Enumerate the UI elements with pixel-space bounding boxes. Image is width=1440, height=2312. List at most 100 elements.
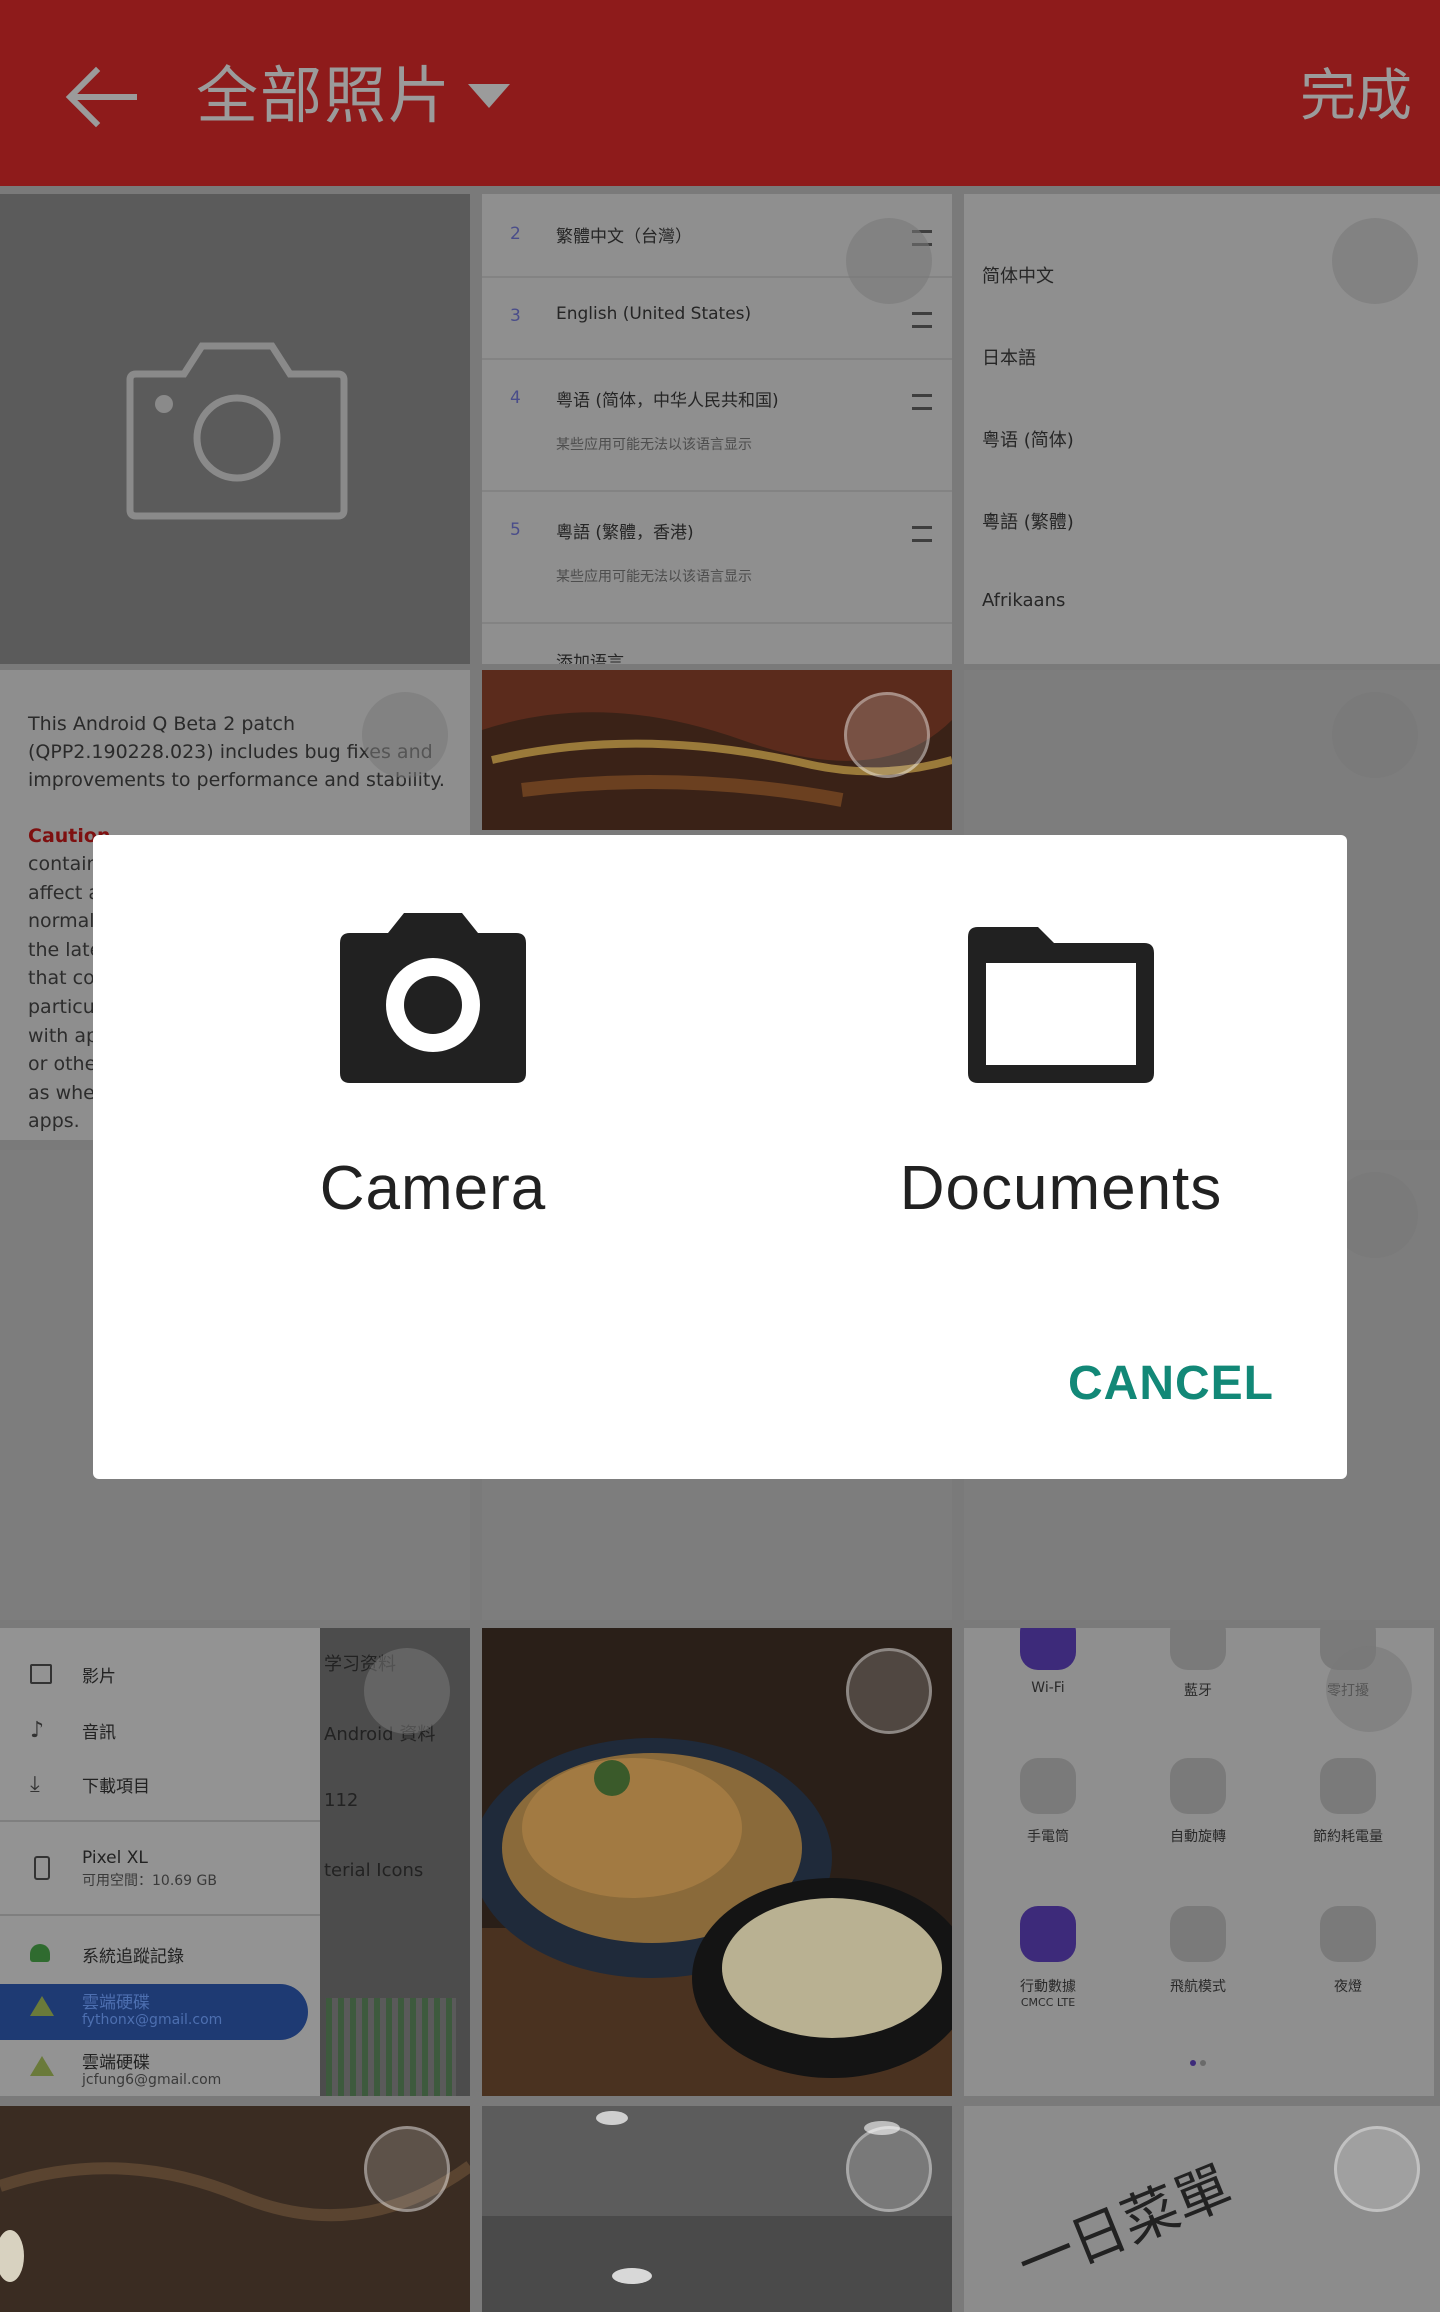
camera-option[interactable]: Camera (193, 835, 673, 1255)
list-label: English (United States) (556, 304, 752, 324)
list-sublabel: 某些应用可能无法以该语言显示 (556, 569, 752, 585)
qs-label: 飛航模式 (1170, 1979, 1226, 1995)
qs-label: 節約耗電量 (1313, 1829, 1383, 1845)
anime-image-tile[interactable] (482, 670, 952, 830)
back-button[interactable] (52, 52, 152, 140)
bluetooth-toggle (1170, 1628, 1226, 1670)
select-circle[interactable] (1334, 2126, 1420, 2212)
drawer-item-label[interactable]: 雲端硬碟 (82, 2048, 150, 2073)
drawer-item-label[interactable]: 下載項目 (82, 1772, 150, 1797)
music-note-icon: ♪ (30, 1718, 45, 1743)
mobile-data-toggle (1020, 1906, 1076, 1962)
android-icon (30, 1944, 50, 1962)
auto-rotate-toggle (1170, 1758, 1226, 1814)
list-item: 4 粤语 (简体，中华人民共和国) 某些应用可能无法以该语言显示 (482, 358, 952, 492)
folder-label: terial Icons (324, 1860, 424, 1881)
page-dot (1200, 2060, 1206, 2066)
drawer-item-label[interactable]: 音訊 (82, 1718, 116, 1743)
night-light-toggle (1320, 1906, 1376, 1962)
select-circle[interactable] (1332, 692, 1418, 778)
drag-handle-icon (912, 526, 932, 542)
drawer-item-sublabel: fythonx@gmail.com (82, 2012, 223, 2028)
quick-settings-screenshot[interactable]: Wi-Fi 藍牙 零打擾 手電筒 自動旋轉 節約耗電量 行動數據 CMCC LT… (964, 1628, 1434, 2096)
list-label: 繁體中文（台灣） (556, 227, 692, 247)
photo-tile[interactable]: 一日菜單 (964, 2106, 1440, 2312)
select-circle[interactable] (844, 692, 930, 778)
language-picker-screenshot[interactable]: 简体中文 日本語 粤语 (简体) 粵語 (繁體) Afrikaans (964, 194, 1440, 664)
drawer-item-sublabel: jcfung6@gmail.com (82, 2072, 222, 2088)
drawer-item-label[interactable]: 雲端硬碟 (82, 1988, 150, 2013)
select-circle[interactable] (364, 1648, 450, 1734)
app-bar: 全部照片 完成 (0, 0, 1440, 186)
files-drawer-screenshot[interactable]: 学习资料 Android 資料 112 terial Icons 影片 ♪ 音訊… (0, 1628, 470, 2096)
flashlight-toggle (1020, 1758, 1076, 1814)
select-circle[interactable] (846, 1648, 932, 1734)
qs-sublabel: CMCC LTE (1020, 1996, 1076, 2009)
select-circle[interactable] (1326, 1646, 1412, 1732)
list-item: 5 粵語 (繁體，香港) 某些应用可能无法以该语言显示 (482, 490, 952, 624)
drawer-item-label[interactable]: Pixel XL (82, 1848, 148, 1868)
list-label: 粤语 (简体) (982, 430, 1074, 451)
google-drive-icon (30, 2056, 54, 2076)
select-circle[interactable] (364, 2126, 450, 2212)
list-number: 5 (510, 520, 521, 540)
folder-icon (968, 927, 1154, 1083)
list-label: 简体中文 (982, 266, 1054, 287)
arrow-back-icon (65, 66, 137, 128)
select-circle[interactable] (846, 2126, 932, 2212)
done-button[interactable]: 完成 (1300, 62, 1412, 132)
language-settings-screenshot[interactable]: 2 繁體中文（台灣） 3 English (United States) 4 粤… (482, 194, 952, 664)
page-dot (1190, 2060, 1196, 2066)
caution-label: Caution (28, 825, 111, 847)
qs-label: Wi-Fi (1031, 1680, 1065, 1696)
dropdown-arrow-icon[interactable] (468, 84, 510, 108)
source-picker-dialog: Camera Documents CANCEL (93, 835, 1347, 1479)
drawer-item-sublabel: 可用空間：10.69 GB (82, 1873, 217, 1889)
airplane-mode-toggle (1170, 1906, 1226, 1962)
list-label: 粵語 (繁體) (982, 512, 1074, 533)
list-sublabel: 某些应用可能无法以该语言显示 (556, 437, 752, 453)
list-number: 3 (510, 306, 521, 326)
divider (0, 1820, 320, 1822)
list-label: 添加语言 (556, 653, 624, 664)
album-title[interactable]: 全部照片 (196, 58, 452, 134)
divider (0, 1914, 320, 1916)
qs-label: 自動旋轉 (1170, 1829, 1226, 1845)
select-circle[interactable] (846, 218, 932, 304)
list-label: 粤语 (简体，中华人民共和国) (556, 391, 779, 411)
photo-tile[interactable] (482, 2106, 952, 2312)
folder-label: 112 (324, 1790, 359, 1811)
drawer-item-label[interactable]: 系統追蹤記錄 (82, 1942, 184, 1967)
drag-handle-icon (912, 312, 932, 328)
list-item: 添加语言 (482, 622, 952, 664)
movie-icon (30, 1664, 52, 1684)
cancel-button[interactable]: CANCEL (1061, 1347, 1281, 1421)
list-label: 粵語 (繁體，香港) (556, 523, 694, 543)
body-text-lines: contain affect a normal the late that co… (28, 853, 102, 1133)
qs-label: 手電筒 (1027, 1829, 1069, 1845)
qs-label: 藍牙 (1184, 1683, 1212, 1699)
select-circle[interactable] (1332, 218, 1418, 304)
list-number: 2 (510, 224, 521, 244)
qs-label: 夜燈 (1334, 1979, 1362, 1995)
documents-label: Documents (899, 1154, 1223, 1223)
drag-handle-icon (912, 394, 932, 410)
list-label: Afrikaans (982, 590, 1066, 611)
food-photo-tile[interactable] (482, 1628, 952, 2096)
spreadsheet-thumbnail (326, 1998, 456, 2096)
camera-icon (340, 913, 526, 1083)
photo-tile[interactable] (0, 2106, 470, 2312)
list-label: 日本語 (982, 348, 1036, 369)
documents-option[interactable]: Documents (821, 835, 1301, 1255)
battery-saver-toggle (1320, 1758, 1376, 1814)
drawer-item-label[interactable]: 影片 (82, 1662, 116, 1687)
wifi-toggle (1020, 1628, 1076, 1670)
phone-icon (34, 1856, 50, 1880)
google-drive-icon (30, 1996, 54, 2016)
qs-label: 行動數據 (1020, 1979, 1076, 1995)
list-number: 4 (510, 388, 521, 408)
camera-outline-icon (126, 342, 348, 520)
camera-tile[interactable] (0, 194, 470, 664)
download-icon: ⤓ (30, 1772, 40, 1797)
select-circle[interactable] (362, 692, 448, 778)
